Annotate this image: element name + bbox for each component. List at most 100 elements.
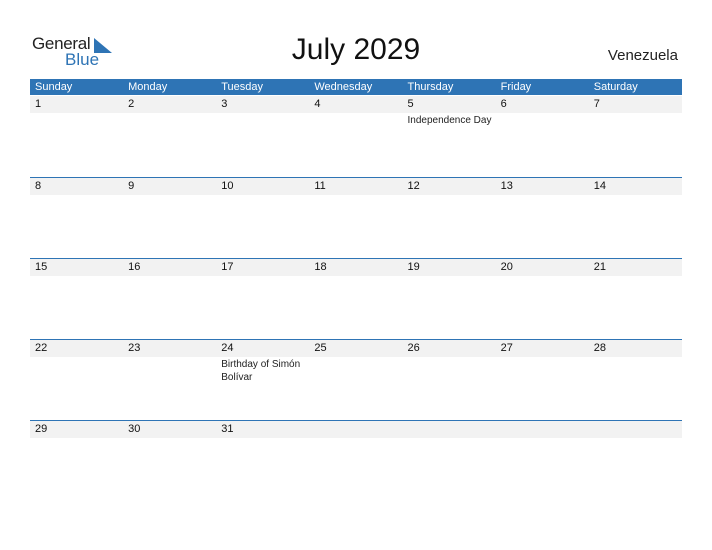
holiday-label (128, 438, 216, 439)
holiday-label (35, 113, 123, 114)
holiday-label (221, 113, 309, 114)
day-cell: 30 (123, 421, 216, 439)
day-number: 12 (407, 180, 420, 192)
day-number (314, 421, 402, 438)
day-number: 28 (593, 342, 606, 354)
holiday-label (314, 357, 402, 358)
week-row: 1 2 3 4 5 Independence Day 6 7 (30, 96, 682, 177)
day-cell: 27 (496, 340, 589, 384)
day-number: 20 (500, 261, 513, 273)
holiday-label (594, 195, 682, 196)
day-cell: 28 (589, 340, 682, 384)
holiday-label (594, 113, 682, 114)
holiday-label (221, 276, 309, 277)
weekday-header: Sunday Monday Tuesday Wednesday Thursday… (30, 79, 682, 95)
weekday-wednesday: Wednesday (314, 81, 373, 93)
day-cell: 7 (589, 96, 682, 127)
day-number: 31 (221, 423, 234, 435)
day-cell: 19 (403, 259, 496, 277)
holiday-label (408, 438, 496, 439)
holiday-label (501, 113, 589, 114)
day-cell: 13 (496, 178, 589, 196)
weekday-sunday: Sunday (35, 81, 73, 93)
day-cell: 29 (30, 421, 123, 439)
day-cell: 24 Birthday of Simón Bolívar (216, 340, 309, 384)
day-number: 27 (500, 342, 513, 354)
holiday-label (35, 276, 123, 277)
day-number: 21 (593, 261, 606, 273)
day-cell: 21 (589, 259, 682, 277)
day-number: 18 (314, 261, 327, 273)
day-cell: 2 (123, 96, 216, 127)
day-number: 17 (221, 261, 234, 273)
holiday-label (35, 357, 123, 358)
weekday-tuesday: Tuesday (221, 81, 264, 93)
day-number: 19 (407, 261, 420, 273)
weekday-monday: Monday (128, 81, 168, 93)
day-cell (496, 421, 589, 439)
day-cell: 14 (589, 178, 682, 196)
day-number: 29 (35, 423, 48, 435)
holiday-label (128, 195, 216, 196)
day-number: 14 (593, 180, 606, 192)
week-row: 29 30 31 (30, 420, 682, 502)
holiday-label (314, 195, 402, 196)
holiday-label (128, 276, 216, 277)
holiday-label (501, 276, 589, 277)
holiday-label (594, 438, 682, 439)
holiday-label (408, 276, 496, 277)
day-cell: 17 (216, 259, 309, 277)
holiday-label (594, 357, 682, 358)
day-number: 3 (221, 98, 228, 110)
holiday-label: Birthday of Simón Bolívar (221, 359, 301, 383)
day-cell: 10 (216, 178, 309, 196)
holiday-label (594, 276, 682, 277)
day-cell: 11 (309, 178, 402, 196)
day-number: 15 (35, 261, 48, 273)
day-number: 4 (314, 98, 321, 110)
country-label: Venezuela (607, 47, 678, 64)
day-cell: 20 (496, 259, 589, 277)
holiday-label (128, 113, 216, 114)
holiday-label (35, 438, 123, 439)
day-number: 26 (407, 342, 420, 354)
day-cell: 5 Independence Day (403, 96, 496, 127)
day-number (594, 421, 682, 438)
day-cell: 8 (30, 178, 123, 196)
holiday-label (128, 357, 216, 358)
day-cell (403, 421, 496, 439)
weekday-saturday: Saturday (593, 81, 638, 93)
day-number: 25 (314, 342, 327, 354)
day-number: 16 (128, 261, 141, 273)
day-cell: 26 (403, 340, 496, 384)
day-number: 1 (35, 98, 42, 110)
week-row: 8 9 10 11 12 13 14 (30, 177, 682, 259)
week-row: 15 16 17 18 19 20 21 (30, 258, 682, 340)
day-cell: 9 (123, 178, 216, 196)
day-number: 23 (128, 342, 141, 354)
day-number: 13 (500, 180, 513, 192)
day-number: 7 (593, 98, 600, 110)
holiday-label (221, 438, 309, 439)
holiday-label (221, 195, 309, 196)
holiday-label (501, 195, 589, 196)
day-number: 10 (221, 180, 234, 192)
day-number: 2 (128, 98, 135, 110)
weekday-friday: Friday (500, 81, 532, 93)
holiday-label (408, 357, 496, 358)
holiday-label (314, 438, 402, 439)
day-number: 6 (500, 98, 507, 110)
day-cell (309, 421, 402, 439)
holiday-label (35, 195, 123, 196)
week-row: 22 23 24 Birthday of Simón Bolívar 25 26 27 28 (30, 339, 682, 421)
day-cell: 12 (403, 178, 496, 196)
day-cell: 18 (309, 259, 402, 277)
holiday-label (501, 357, 589, 358)
day-number: 30 (128, 423, 141, 435)
weekday-thursday: Thursday (407, 81, 454, 93)
day-number: 24 (221, 342, 234, 354)
day-number (408, 421, 496, 438)
holiday-label (408, 195, 496, 196)
day-cell: 23 (123, 340, 216, 384)
day-cell: 22 (30, 340, 123, 384)
